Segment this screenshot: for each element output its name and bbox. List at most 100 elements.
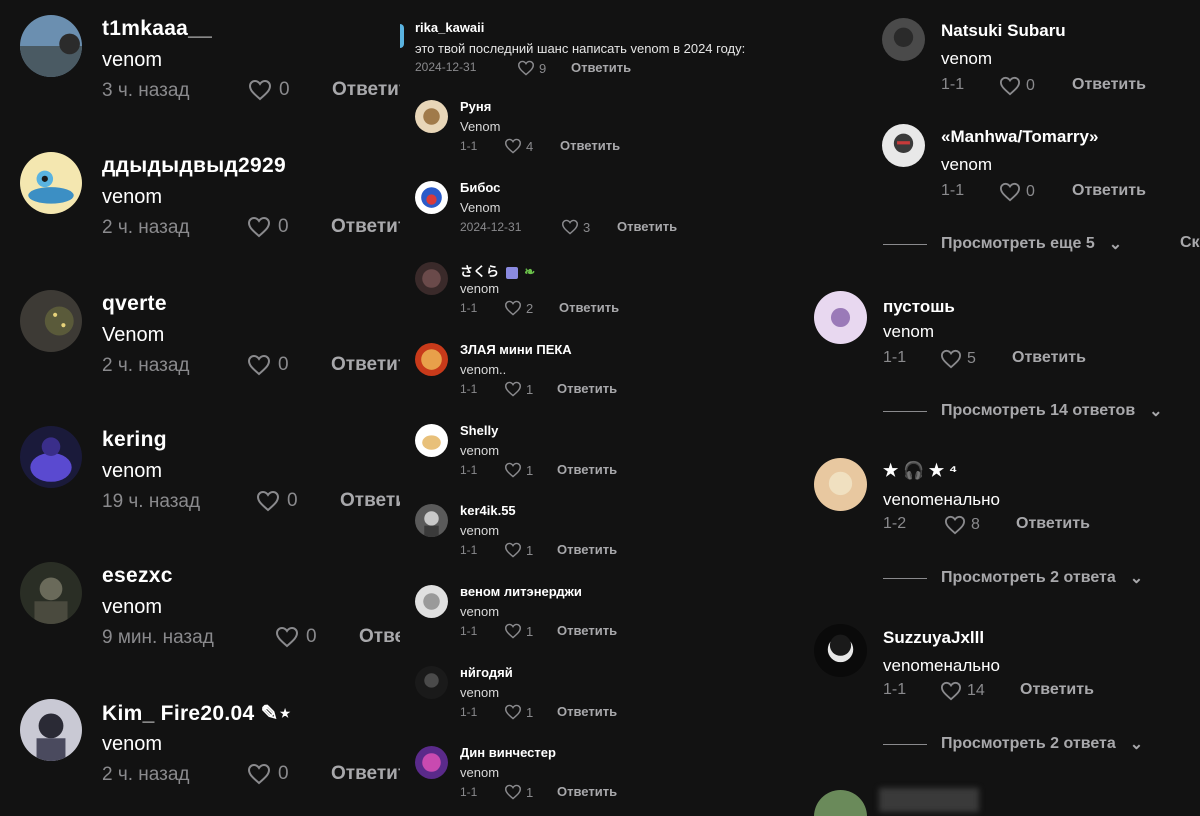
avatar[interactable] [415,262,448,295]
comment-username[interactable]: ★ 🎧 ★ ⁴ [883,461,957,481]
comment-username[interactable]: ker4ik.55 [460,503,516,518]
reply-button[interactable]: Ответить [617,219,677,234]
like-button[interactable]: 14 [940,681,985,701]
avatar[interactable] [20,152,82,214]
reply-button[interactable]: Ответить [559,300,619,315]
avatar[interactable] [814,458,867,511]
comment-username[interactable]: ЗЛАЯ мини ПЕКА [460,342,572,357]
avatar[interactable] [415,100,448,133]
like-button[interactable]: 5 [940,349,976,369]
comment-username[interactable]: esezxc [102,564,173,588]
reply-button[interactable]: Ответить [571,60,631,75]
like-button[interactable]: 0 [255,490,298,512]
reply-button[interactable]: Ответить [1072,76,1146,94]
avatar[interactable] [415,181,448,214]
comment-username[interactable]: Shelly [460,423,498,438]
comment-username[interactable]: qverte [102,292,167,316]
like-button[interactable]: 4 [504,138,533,154]
reply-button[interactable]: Ответить [557,542,617,557]
like-button[interactable]: 2 [504,300,533,316]
avatar[interactable] [415,746,448,779]
avatar[interactable] [882,124,925,167]
avatar[interactable] [415,666,448,699]
like-button[interactable]: 0 [246,763,289,785]
comment-username[interactable]: t1mkaaa__ [102,17,212,41]
avatar[interactable] [882,18,925,61]
reply-button[interactable]: Ответить [340,490,400,512]
like-button[interactable]: 1 [504,542,533,558]
comment-time: 2 ч. назад [102,355,190,376]
like-button[interactable]: 1 [504,623,533,639]
like-count: 4 [526,138,534,154]
reply-button[interactable]: Ответить [1072,182,1146,200]
heart-icon [504,704,522,720]
comment-username[interactable]: «Manhwa/Tomarry» [941,127,1098,147]
comment-username[interactable]: пустошь [883,297,955,317]
like-button[interactable]: 1 [504,704,533,720]
view-more-replies-button[interactable]: Просмотреть 14 ответов ⌄ [883,401,1163,421]
reply-button[interactable]: Ответить [331,216,400,238]
reply-button[interactable]: Ответить [557,462,617,477]
comment-username[interactable]: Natsuki Subaru [941,21,1066,41]
avatar[interactable] [814,790,867,816]
avatar[interactable] [415,585,448,618]
reply-button[interactable]: Ответить [1012,349,1086,367]
comment-username[interactable]: さくら ❧ [460,261,535,280]
reply-button[interactable]: Ответить [560,138,620,153]
reply-button[interactable]: Ответить [557,381,617,396]
avatar[interactable] [415,424,448,457]
avatar[interactable] [814,291,867,344]
comment-username[interactable]: Бибос [460,180,500,195]
like-button[interactable]: 0 [999,76,1035,96]
avatar[interactable] [400,24,404,48]
heart-icon [247,354,271,376]
reply-button[interactable]: Ответить [557,784,617,799]
avatar[interactable] [20,426,82,488]
comment-username[interactable]: Дин винчестер [460,745,556,760]
like-button[interactable]: 0 [246,354,289,376]
reply-button[interactable]: Ответить [359,626,400,648]
comment-date: 1-1 [460,785,478,799]
view-more-replies-button[interactable]: Просмотреть 2 ответа ⌄ [883,568,1143,588]
comment-username[interactable]: Руня [460,99,491,114]
comment-time: 3 ч. назад [102,80,190,101]
like-button[interactable]: 9 [517,60,546,76]
like-button[interactable]: 3 [561,219,590,235]
comment-username[interactable]: веном литэнерджи [460,584,582,599]
like-button[interactable]: 1 [504,462,533,478]
comment-username[interactable]: Kim_ Fire20.04 ✎⋆ [102,701,292,726]
like-button[interactable]: 1 [504,381,533,397]
reply-button[interactable]: Ответить [557,623,617,638]
reply-button[interactable]: Ответить [557,704,617,719]
like-button[interactable]: 1 [504,784,533,800]
comment-time: 19 ч. назад [102,491,201,512]
badge-icon [505,266,518,279]
comment-text: venom [460,281,500,296]
comment-username[interactable]: rika_kawaii [415,20,484,35]
reply-button[interactable]: Ответить [1016,515,1090,533]
reply-button[interactable]: Ответить [331,354,400,376]
reply-button[interactable]: Ответить [332,79,400,101]
like-button[interactable]: 0 [274,626,317,648]
like-button[interactable]: 8 [944,515,980,535]
comment-username[interactable]: kering [102,428,167,452]
avatar[interactable] [415,504,448,537]
view-more-replies-button[interactable]: Просмотреть 2 ответа ⌄ [883,734,1143,754]
avatar[interactable] [415,343,448,376]
view-more-replies-button[interactable]: Просмотреть еще 5 ⌄ [883,234,1122,254]
avatar[interactable] [20,699,82,761]
reply-button[interactable]: Ответить [1020,681,1094,699]
like-button[interactable]: 0 [246,216,289,238]
comment-username[interactable]: ддыдыдвыд2929 [102,154,286,178]
comment-username[interactable]: нйгодяй [460,665,513,680]
heart-icon [561,219,579,235]
avatar[interactable] [20,562,82,624]
like-button[interactable]: 0 [247,79,290,101]
comment-username[interactable]: SuzzuyaJxlll [883,628,984,648]
heart-icon [504,623,522,639]
like-button[interactable]: 0 [999,182,1035,202]
avatar[interactable] [20,290,82,352]
avatar[interactable] [20,15,82,77]
avatar[interactable] [814,624,867,677]
reply-button[interactable]: Ответить [331,763,400,785]
